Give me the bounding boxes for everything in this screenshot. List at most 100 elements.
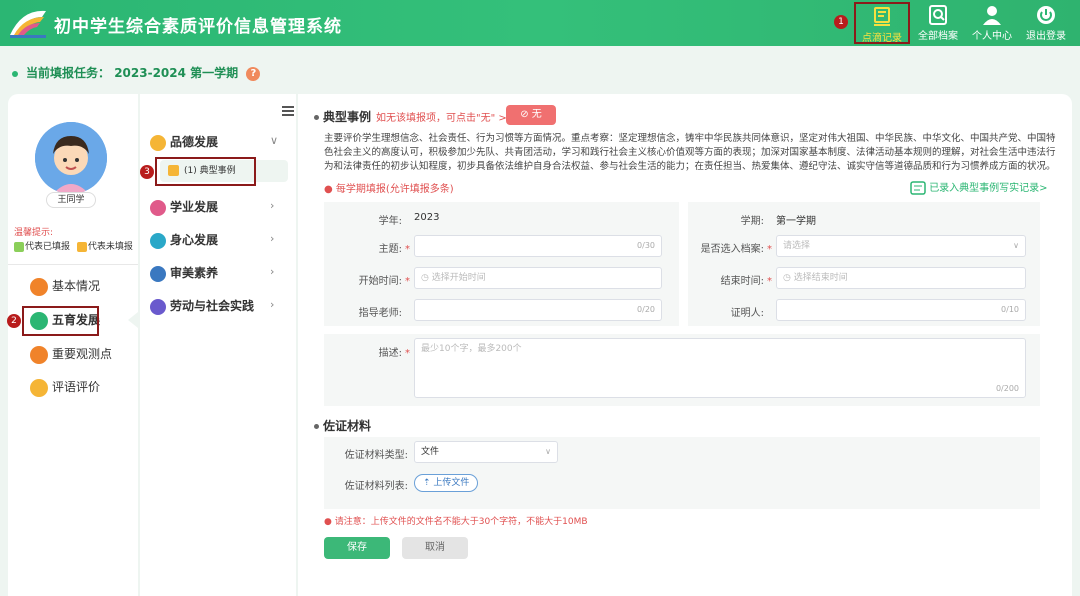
evidence-type-select[interactable]: 文件 ∨: [414, 441, 558, 463]
task-label: 当前填报任务：: [26, 66, 111, 80]
legend: 代表已填报 代表未填报: [14, 239, 133, 252]
recorded-cases-link[interactable]: 已录入典型事例写实记录>: [910, 179, 1048, 195]
desc-label: 描述: *: [338, 344, 410, 359]
left-menu-observation-points[interactable]: 重要观测点: [30, 342, 112, 366]
upload-warning-text: 请注意：上传文件的文件名不能大于30个字符，不能大于10MB: [334, 517, 588, 527]
task-dot-icon: [12, 70, 18, 77]
annotation-box-typical-cases: [155, 157, 256, 186]
term-value: 第一学期: [776, 216, 816, 227]
chevron-right-icon[interactable]: ›: [270, 232, 274, 245]
nav-record[interactable]: 点滴记录: [854, 2, 910, 44]
required-mark: *: [767, 244, 772, 255]
category-academic-label: 学业发展: [170, 200, 219, 214]
end-time-label-text: 结束时间:: [720, 276, 764, 287]
start-time-picker[interactable]: ◷ 选择开始时间: [414, 267, 662, 289]
category-moral[interactable]: 品德发展: [150, 132, 218, 152]
nav-archive[interactable]: 全部档案: [910, 2, 966, 44]
unfilled-legend-icon: [76, 241, 87, 252]
left-menu-basic-info[interactable]: 基本情况: [30, 274, 100, 298]
app-header: 初中学生综合素质评价信息管理系统 1 点滴记录 全部档案 个人中心 退出登录: [0, 0, 1080, 46]
nav-archive-label: 全部档案: [918, 31, 958, 42]
desc-char-count: 0/200: [995, 384, 1019, 393]
chevron-right-icon[interactable]: ›: [270, 298, 274, 311]
topic-input[interactable]: 0/30: [414, 235, 662, 257]
teacher-label: 指导老师:: [358, 308, 402, 319]
legend-filled-label: 代表已填报: [25, 242, 71, 252]
category-physical-mental[interactable]: 身心发展: [150, 230, 218, 250]
term-label: 学期:: [740, 216, 764, 227]
witness-input[interactable]: 0/10: [776, 299, 1026, 321]
evidence-section-title-text: 佐证材料: [323, 419, 372, 433]
topic-label: 主题: *: [338, 240, 410, 255]
user-icon: [983, 6, 1001, 25]
none-button[interactable]: ⊘ 无: [506, 105, 556, 125]
year-value: 2023: [414, 212, 440, 223]
upload-icon: ⇡: [423, 478, 434, 488]
nav-logout[interactable]: 退出登录: [1018, 2, 1074, 44]
teacher-input[interactable]: 0/20: [414, 299, 662, 321]
cancel-button[interactable]: 取消: [402, 537, 468, 559]
section-dot-icon: [314, 115, 319, 120]
topic-label-text: 主题:: [378, 244, 402, 255]
section-dot-icon: [314, 424, 319, 429]
task-value: 2023-2024 第一学期: [114, 66, 239, 80]
end-time-label: 结束时间: *: [698, 272, 772, 287]
desc-placeholder: 最少10个字，最多200个: [421, 344, 522, 354]
evidence-type-value: 文件: [421, 447, 440, 457]
nav-personal-center-label: 个人中心: [972, 31, 1012, 42]
upload-file-button[interactable]: ⇡ 上传文件: [414, 474, 479, 492]
desc-label-text: 描述:: [378, 348, 402, 359]
student-avatar-icon: [35, 122, 107, 194]
filled-legend-icon: [14, 241, 24, 252]
selection-pointer: [128, 312, 138, 328]
chevron-down-icon: ∨: [1013, 241, 1019, 250]
divider: [8, 264, 138, 265]
evidence-type-label: 佐证材料类型:: [344, 450, 408, 461]
nav-personal-center[interactable]: 个人中心: [964, 2, 1020, 44]
current-task: 当前填报任务： 2023-2024 第一学期 ?: [12, 64, 261, 81]
legend-unfilled-label: 代表未填报: [87, 242, 133, 252]
moral-icon: [150, 134, 166, 151]
each-term-note: ● 每学期填报(允许填报多条): [324, 184, 454, 195]
end-time-picker[interactable]: ◷ 选择结束时间: [776, 267, 1026, 289]
category-labor-practice-label: 劳动与社会实践: [170, 299, 255, 313]
recorded-cases-link-label: 已录入典型事例写实记录>: [929, 183, 1048, 194]
section-description: 主要评价学生理想信念、社会责任、行为习惯等方面情况。重点考察：坚定理想信念，铸牢…: [324, 133, 1056, 172]
chevron-right-icon[interactable]: ›: [270, 199, 274, 212]
step-1-marker: 1: [834, 15, 848, 29]
category-labor-practice[interactable]: 劳动与社会实践: [150, 296, 254, 316]
required-mark: *: [405, 244, 410, 255]
comments-icon: [30, 378, 48, 397]
app-title: 初中学生综合素质评价信息管理系统: [54, 17, 342, 37]
academic-icon: [150, 199, 166, 216]
menu-toggle-icon[interactable]: [282, 106, 294, 116]
category-aesthetic-label: 审美素养: [170, 266, 219, 280]
chevron-right-icon[interactable]: ›: [270, 265, 274, 278]
category-academic[interactable]: 学业发展: [150, 197, 218, 217]
section-title: 典型事例: [314, 108, 371, 125]
archive-select[interactable]: 请选择 ∨: [776, 235, 1026, 257]
step-2-marker: 2: [7, 314, 21, 328]
archive-icon: [929, 5, 947, 25]
record-icon: [874, 7, 890, 26]
chevron-down-icon[interactable]: ∨: [270, 134, 278, 147]
start-time-label-text: 开始时间:: [358, 276, 402, 287]
labor-practice-icon: [150, 298, 166, 315]
category-physical-mental-label: 身心发展: [170, 233, 219, 247]
witness-char-count: 0/10: [1001, 305, 1019, 314]
witness-label: 证明人:: [730, 308, 764, 319]
category-aesthetic[interactable]: 审美素养: [150, 263, 218, 283]
legend-title: 温馨提示:: [14, 228, 54, 238]
observation-points-icon: [30, 345, 48, 364]
left-menu-comments[interactable]: 评语评价: [30, 375, 100, 399]
archive-label-text: 是否选入档案:: [700, 244, 764, 255]
help-icon[interactable]: ?: [246, 66, 261, 81]
upload-warning: ● 请注意：上传文件的文件名不能大于30个字符，不能大于10MB: [324, 517, 588, 527]
each-term-note-text: 每学期填报(允许填报多条): [335, 184, 454, 195]
upload-file-button-label: 上传文件: [433, 478, 470, 488]
description-textarea[interactable]: 最少10个字，最多200个 0/200: [414, 338, 1026, 398]
power-icon: [1037, 6, 1055, 24]
evidence-section-title: 佐证材料: [314, 417, 371, 434]
save-button[interactable]: 保存: [324, 537, 390, 559]
required-mark: *: [405, 276, 410, 287]
